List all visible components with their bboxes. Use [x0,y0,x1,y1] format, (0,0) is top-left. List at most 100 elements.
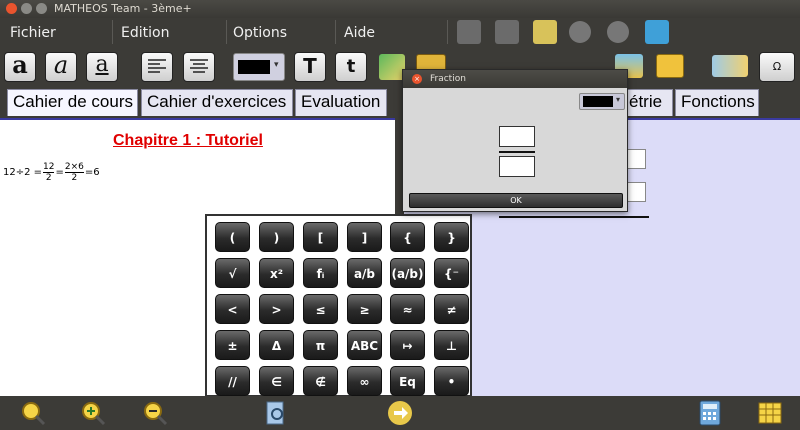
save-icon[interactable] [645,20,669,44]
window-title: MATHEOS Team - 3ème+ [54,2,192,15]
keypad-key[interactable]: // [215,366,250,396]
keypad-key[interactable]: ↦ [390,330,425,360]
keypad-key[interactable]: } [434,222,469,252]
align-left-button[interactable] [141,52,173,82]
align-center-button[interactable] [183,52,215,82]
font-underline-button[interactable]: a [86,52,118,82]
grid-table-icon[interactable] [757,400,783,426]
bold-T-label: T [303,54,317,78]
dialog-title: Fraction [430,74,466,84]
tab-geometrie[interactable]: étrie [625,89,673,116]
transfer-icon[interactable] [712,55,748,77]
fraction-1-numerator: 12 [43,162,55,172]
keypad-key[interactable]: < [215,294,250,324]
keypad-key[interactable]: a/b [347,258,382,288]
keypad-key[interactable]: fᵢ [303,258,338,288]
text-color-select[interactable]: ▾ [233,53,285,81]
keypad-key[interactable]: ABC [347,330,382,360]
tab-evaluation[interactable]: Evaluation [295,89,387,116]
numerator-input[interactable] [499,126,535,147]
ok-button[interactable]: OK [409,193,623,208]
menu-separator [226,20,227,44]
special-characters-button[interactable]: Ω [759,52,795,82]
menu-aide[interactable]: Aide [344,22,375,44]
document-search-icon[interactable] [263,400,289,426]
font-underline-label: a [95,52,109,77]
font-serif-label: a [12,50,28,79]
undo-icon[interactable] [569,21,591,43]
align-left-icon [148,59,166,73]
close-window-button[interactable] [6,3,17,14]
font-italic-label: a [53,51,69,79]
window-titlebar: MATHEOS Team - 3ème+ [0,0,800,18]
notebook-tabs: Cahier de cours Cahier d'exercices Evalu… [0,86,800,118]
keypad-key[interactable]: π [303,330,338,360]
tab-label: Cahier d'exercices [147,92,287,111]
tab-cahier-exercices[interactable]: Cahier d'exercices [141,89,293,116]
tab-cahier-de-cours[interactable]: Cahier de cours [7,89,138,116]
keypad-key[interactable]: (a/b) [390,258,425,288]
bold-T-button[interactable]: T [294,52,326,82]
chevron-down-icon: ▾ [616,95,621,104]
keypad-key[interactable]: ] [347,222,382,252]
keypad-key[interactable]: ≈ [390,294,425,324]
keypad-key[interactable]: ⊥ [434,330,469,360]
close-icon[interactable]: × [412,74,422,84]
menu-bar: Fichier Edition Options Aide [0,18,800,46]
tab-label: Fonctions [681,92,755,111]
menu-separator [335,20,336,44]
keypad-key[interactable]: ≠ [434,294,469,324]
toolbar: a a a ▾ T t Ω [0,46,800,86]
keypad-key[interactable]: ∉ [303,366,338,396]
magnifier-icon[interactable] [20,400,46,426]
keypad-key[interactable]: [ [303,222,338,252]
keypad-key[interactable]: {⁻ [434,258,469,288]
new-folder-icon[interactable] [656,54,684,78]
keypad-key[interactable]: • [434,366,469,396]
copy-icon[interactable] [495,20,519,44]
align-center-icon [190,59,208,73]
menu-separator [112,20,113,44]
keypad-key[interactable]: √ [215,258,250,288]
keypad-key[interactable]: ≤ [303,294,338,324]
keypad-key[interactable]: ≥ [347,294,382,324]
calculator-icon[interactable] [697,400,723,426]
menu-options[interactable]: Options [233,22,287,44]
paste-icon[interactable] [533,20,557,44]
cut-icon[interactable] [457,20,481,44]
keypad-key[interactable]: ( [215,222,250,252]
keypad-key[interactable]: ∞ [347,366,382,396]
tab-fonctions[interactable]: Fonctions [675,89,759,116]
input-box[interactable] [626,182,646,202]
denominator-input[interactable] [499,156,535,177]
omega-icon: Ω [772,60,782,73]
menu-edition[interactable]: Edition [121,22,169,44]
input-box[interactable] [626,149,646,169]
dialog-color-select[interactable]: ▾ [579,93,625,110]
zoom-out-icon[interactable] [142,400,168,426]
plain-t-label: t [346,56,356,77]
arrow-right-icon[interactable] [387,400,413,426]
fraction-1: 12 2 [43,162,55,183]
keypad-key[interactable]: ∈ [259,366,294,396]
dialog-color-swatch [583,96,613,107]
keypad-key[interactable]: ± [215,330,250,360]
chevron-down-icon: ▾ [274,60,279,70]
fraction-dialog: × Fraction ▾ OK [402,69,628,212]
keypad-key[interactable]: > [259,294,294,324]
zoom-in-icon[interactable] [80,400,106,426]
menu-fichier[interactable]: Fichier [10,22,56,44]
redo-icon[interactable] [607,21,629,43]
maximize-window-button[interactable] [36,3,47,14]
keypad-key[interactable]: x² [259,258,294,288]
plain-t-button[interactable]: t [335,52,367,82]
keypad-key[interactable]: ) [259,222,294,252]
fraction-2-numerator: 2×6 [64,162,84,172]
tab-label: Cahier de cours [13,92,134,111]
minimize-window-button[interactable] [21,3,32,14]
keypad-key[interactable]: Eq [390,366,425,396]
font-italic-button[interactable]: a [45,52,77,82]
font-serif-button[interactable]: a [4,52,36,82]
keypad-key[interactable]: { [390,222,425,252]
keypad-key[interactable]: Δ [259,330,294,360]
